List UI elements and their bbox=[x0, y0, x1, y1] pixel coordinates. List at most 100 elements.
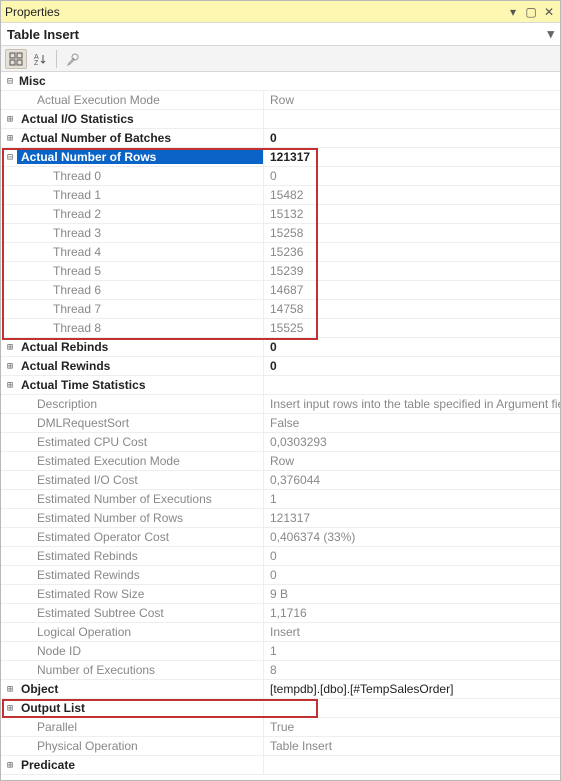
prop-thread-6[interactable]: Thread 614687 bbox=[1, 281, 560, 300]
prop-actual-rebinds[interactable]: ⊞ Actual Rebinds 0 bbox=[1, 338, 560, 357]
prop-value: Insert input rows into the table specifi… bbox=[263, 395, 560, 413]
prop-value bbox=[263, 756, 560, 774]
prop-thread-4[interactable]: Thread 415236 bbox=[1, 243, 560, 262]
expand-icon[interactable]: ⊞ bbox=[3, 682, 17, 696]
prop-thread-0[interactable]: Thread 00 bbox=[1, 167, 560, 186]
prop-label: Estimated Rewinds bbox=[17, 568, 263, 582]
prop-value bbox=[263, 110, 560, 128]
prop-estimated-num-rows[interactable]: Estimated Number of Rows121317 bbox=[1, 509, 560, 528]
prop-predicate[interactable]: ⊞ Predicate bbox=[1, 756, 560, 775]
prop-actual-number-rows[interactable]: ⊟ Actual Number of Rows 121317 bbox=[1, 148, 560, 167]
prop-label: Actual Rewinds bbox=[17, 359, 263, 373]
prop-estimated-rewinds[interactable]: Estimated Rewinds0 bbox=[1, 566, 560, 585]
prop-actual-rewinds[interactable]: ⊞ Actual Rewinds 0 bbox=[1, 357, 560, 376]
prop-physical-operation[interactable]: Physical OperationTable Insert bbox=[1, 737, 560, 756]
prop-actual-time-statistics[interactable]: ⊞ Actual Time Statistics bbox=[1, 376, 560, 395]
collapse-icon[interactable]: ⊟ bbox=[3, 74, 17, 88]
prop-thread-8[interactable]: Thread 815525 bbox=[1, 319, 560, 338]
window-title: Properties bbox=[5, 5, 506, 19]
expand-icon[interactable]: ⊞ bbox=[3, 112, 17, 126]
close-icon[interactable]: ✕ bbox=[542, 5, 556, 19]
prop-value: 15132 bbox=[263, 205, 560, 223]
expand-icon[interactable]: ⊞ bbox=[3, 131, 17, 145]
prop-value: 0 bbox=[263, 338, 560, 356]
prop-thread-7[interactable]: Thread 714758 bbox=[1, 300, 560, 319]
prop-object[interactable]: ⊞ Object [tempdb].[dbo].[#TempSalesOrder… bbox=[1, 680, 560, 699]
category-misc[interactable]: ⊟ Misc bbox=[1, 72, 560, 91]
prop-dml-request-sort[interactable]: DMLRequestSortFalse bbox=[1, 414, 560, 433]
prop-label: Object bbox=[17, 682, 263, 696]
collapse-icon[interactable]: ⊟ bbox=[3, 150, 17, 164]
prop-node-id[interactable]: Node ID1 bbox=[1, 642, 560, 661]
prop-thread-3[interactable]: Thread 315258 bbox=[1, 224, 560, 243]
prop-value: True bbox=[263, 718, 560, 736]
categorized-view-button[interactable] bbox=[5, 49, 27, 69]
prop-label: Estimated Number of Executions bbox=[17, 492, 263, 506]
prop-value: 14687 bbox=[263, 281, 560, 299]
prop-label: Physical Operation bbox=[17, 739, 263, 753]
expand-icon[interactable]: ⊞ bbox=[3, 340, 17, 354]
prop-actual-number-batches[interactable]: ⊞ Actual Number of Batches 0 bbox=[1, 129, 560, 148]
prop-estimated-execution-mode[interactable]: Estimated Execution ModeRow bbox=[1, 452, 560, 471]
alphabetical-view-button[interactable]: AZ bbox=[29, 49, 51, 69]
prop-label: Estimated Execution Mode bbox=[17, 454, 263, 468]
prop-value: 0,0303293 bbox=[263, 433, 560, 451]
prop-thread-5[interactable]: Thread 515239 bbox=[1, 262, 560, 281]
prop-estimated-row-size[interactable]: Estimated Row Size9 B bbox=[1, 585, 560, 604]
prop-label: Thread 8 bbox=[17, 321, 263, 335]
prop-actual-io-statistics[interactable]: ⊞ Actual I/O Statistics bbox=[1, 110, 560, 129]
prop-estimated-rebinds[interactable]: Estimated Rebinds0 bbox=[1, 547, 560, 566]
prop-label: Logical Operation bbox=[17, 625, 263, 639]
dropdown-icon[interactable]: ▾ bbox=[506, 5, 520, 19]
prop-label: Actual Execution Mode bbox=[17, 93, 263, 107]
prop-value: Row bbox=[263, 91, 560, 109]
prop-value: 1 bbox=[263, 642, 560, 660]
prop-value: False bbox=[263, 414, 560, 432]
prop-description[interactable]: DescriptionInsert input rows into the ta… bbox=[1, 395, 560, 414]
prop-value bbox=[263, 376, 560, 394]
prop-thread-2[interactable]: Thread 215132 bbox=[1, 205, 560, 224]
prop-estimated-operator-cost[interactable]: Estimated Operator Cost0,406374 (33%) bbox=[1, 528, 560, 547]
prop-value bbox=[263, 699, 560, 717]
prop-estimated-cpu-cost[interactable]: Estimated CPU Cost0,0303293 bbox=[1, 433, 560, 452]
prop-parallel[interactable]: ParallelTrue bbox=[1, 718, 560, 737]
properties-button[interactable] bbox=[62, 49, 84, 69]
prop-label: Thread 2 bbox=[17, 207, 263, 221]
window-controls: ▾ ▢ ✕ bbox=[506, 5, 556, 19]
property-grid: ⊟ Misc Actual Execution Mode Row ⊞ Actua… bbox=[1, 72, 560, 775]
expand-icon[interactable]: ⊞ bbox=[3, 701, 17, 715]
prop-value: 15239 bbox=[263, 262, 560, 280]
prop-label: Actual I/O Statistics bbox=[17, 112, 263, 126]
prop-actual-execution-mode[interactable]: Actual Execution Mode Row bbox=[1, 91, 560, 110]
prop-value: 0 bbox=[263, 129, 560, 147]
prop-value: 1,1716 bbox=[263, 604, 560, 622]
prop-logical-operation[interactable]: Logical OperationInsert bbox=[1, 623, 560, 642]
expand-icon[interactable]: ⊞ bbox=[3, 359, 17, 373]
maximize-icon[interactable]: ▢ bbox=[524, 5, 538, 19]
expand-icon[interactable]: ⊞ bbox=[3, 758, 17, 772]
prop-label: Thread 5 bbox=[17, 264, 263, 278]
prop-label: Estimated Number of Rows bbox=[17, 511, 263, 525]
prop-label: Estimated CPU Cost bbox=[17, 435, 263, 449]
expand-icon[interactable]: ⊞ bbox=[3, 378, 17, 392]
prop-label: Actual Number of Rows bbox=[17, 150, 263, 164]
panel-menu-icon[interactable]: ▾ bbox=[547, 26, 554, 42]
prop-label: Thread 4 bbox=[17, 245, 263, 259]
prop-value: 0 bbox=[263, 167, 560, 185]
prop-estimated-subtree-cost[interactable]: Estimated Subtree Cost1,1716 bbox=[1, 604, 560, 623]
panel-subtitle: Table Insert bbox=[7, 27, 79, 42]
prop-thread-1[interactable]: Thread 115482 bbox=[1, 186, 560, 205]
prop-value: 15525 bbox=[263, 319, 560, 337]
prop-estimated-io-cost[interactable]: Estimated I/O Cost0,376044 bbox=[1, 471, 560, 490]
prop-estimated-num-executions[interactable]: Estimated Number of Executions1 bbox=[1, 490, 560, 509]
prop-value: 0 bbox=[263, 357, 560, 375]
prop-output-list[interactable]: ⊞ Output List bbox=[1, 699, 560, 718]
prop-number-of-executions[interactable]: Number of Executions8 bbox=[1, 661, 560, 680]
panel-subtitle-bar: Table Insert ▾ bbox=[1, 23, 560, 46]
prop-label: Description bbox=[17, 397, 263, 411]
prop-value: 15258 bbox=[263, 224, 560, 242]
window-titlebar: Properties ▾ ▢ ✕ bbox=[1, 1, 560, 23]
prop-value: 0,376044 bbox=[263, 471, 560, 489]
prop-value: 121317 bbox=[263, 509, 560, 527]
prop-value: 0,406374 (33%) bbox=[263, 528, 560, 546]
